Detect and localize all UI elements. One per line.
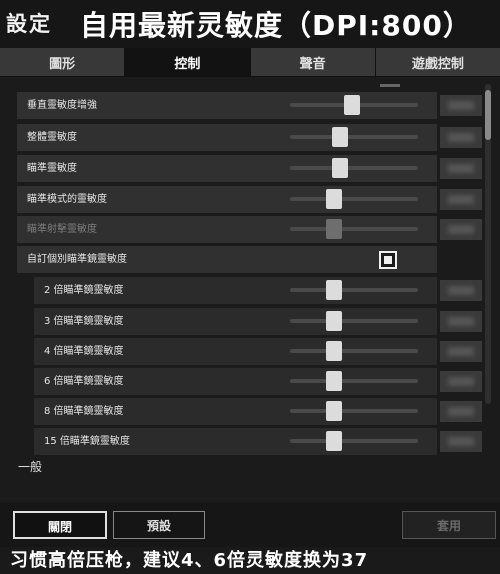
scope-6x-row: 6 倍瞄準鏡靈敏度 bbox=[34, 368, 437, 395]
tab-bar: 圖形 控制 聲音 遊戲控制 bbox=[0, 48, 500, 77]
aim-mode-sensitivity-slider-thumb[interactable] bbox=[325, 189, 342, 209]
overall-sensitivity-value-obscured bbox=[448, 133, 474, 142]
aim-fire-sensitivity-slider-thumb[interactable] bbox=[325, 219, 342, 239]
tab-game-controls[interactable]: 遊戲控制 bbox=[375, 48, 500, 76]
scope-6x-value-obscured bbox=[448, 377, 474, 386]
scope-2x-label: 2 倍瞄準鏡靈敏度 bbox=[44, 285, 124, 296]
section-general: 一般 bbox=[18, 460, 43, 474]
scope-4x-value-box[interactable] bbox=[440, 341, 482, 362]
aim-sensitivity-slider-track[interactable] bbox=[290, 166, 418, 170]
aim-mode-sensitivity-row: 瞄準模式的靈敏度 bbox=[17, 186, 437, 213]
scope-3x-slider-thumb[interactable] bbox=[325, 311, 342, 331]
overall-sensitivity-row: 整體靈敏度 bbox=[17, 124, 437, 151]
tab-controls[interactable]: 控制 bbox=[125, 48, 251, 76]
aim-sensitivity-label: 瞄準靈敏度 bbox=[27, 163, 77, 174]
vertical-boost-value-obscured bbox=[448, 101, 474, 110]
scope-6x-value-box[interactable] bbox=[440, 371, 482, 392]
scope-8x-label: 8 倍瞄準鏡靈敏度 bbox=[44, 406, 124, 417]
scope-15x-value-obscured bbox=[448, 437, 474, 446]
scope-6x-label: 6 倍瞄準鏡靈敏度 bbox=[44, 376, 124, 387]
custom-scope-checkbox[interactable] bbox=[379, 251, 397, 269]
scope-2x-value-box[interactable] bbox=[440, 280, 482, 301]
scope-2x-slider-thumb[interactable] bbox=[325, 280, 342, 300]
scope-4x-row: 4 倍瞄準鏡靈敏度 bbox=[34, 338, 437, 365]
scope-3x-value-box[interactable] bbox=[440, 311, 482, 332]
top-header: 設定 自用最新灵敏度（DPI:800） bbox=[0, 0, 500, 48]
aim-fire-sensitivity-value-box[interactable] bbox=[440, 219, 482, 240]
overall-sensitivity-label: 整體靈敏度 bbox=[27, 132, 77, 143]
scope-4x-label: 4 倍瞄準鏡靈敏度 bbox=[44, 346, 124, 357]
scope-2x-row: 2 倍瞄準鏡靈敏度 bbox=[34, 277, 437, 304]
scope-15x-slider-thumb[interactable] bbox=[325, 431, 342, 451]
apply-button[interactable]: 套用 bbox=[402, 511, 496, 539]
aim-mode-sensitivity-label: 瞄準模式的靈敏度 bbox=[27, 194, 107, 205]
scope-2x-value-obscured bbox=[448, 286, 474, 295]
scope-8x-slider-thumb[interactable] bbox=[325, 401, 342, 421]
scope-4x-slider-thumb[interactable] bbox=[325, 341, 342, 361]
overlay-title: 自用最新灵敏度（DPI:800） bbox=[80, 9, 472, 42]
tab-sound[interactable]: 聲音 bbox=[250, 48, 376, 76]
aim-sensitivity-value-obscured bbox=[448, 164, 474, 173]
scope-8x-row: 8 倍瞄準鏡靈敏度 bbox=[34, 398, 437, 425]
scrollbar-thumb[interactable] bbox=[485, 90, 491, 140]
list-top-indicator bbox=[380, 84, 400, 87]
scope-4x-value-obscured bbox=[448, 347, 474, 356]
settings-title: 設定 bbox=[6, 12, 52, 36]
aim-sensitivity-row: 瞄準靈敏度 bbox=[17, 155, 437, 182]
aim-mode-sensitivity-value-obscured bbox=[448, 195, 474, 204]
vertical-boost-slider-thumb[interactable] bbox=[343, 95, 360, 115]
vertical-boost-value-box[interactable] bbox=[440, 95, 482, 116]
scope-15x-row: 15 倍瞄準鏡靈敏度 bbox=[34, 428, 437, 455]
scope-3x-label: 3 倍瞄準鏡靈敏度 bbox=[44, 316, 124, 327]
custom-scope-label: 自訂個別瞄準鏡靈敏度 bbox=[27, 254, 127, 265]
preset-button[interactable]: 預設 bbox=[113, 511, 205, 539]
scope-3x-slider-track[interactable] bbox=[290, 319, 418, 323]
aim-mode-sensitivity-value-box[interactable] bbox=[440, 189, 482, 210]
checkbox-check-mark bbox=[384, 256, 392, 264]
scope-3x-value-obscured bbox=[448, 317, 474, 326]
aim-mode-sensitivity-slider-track[interactable] bbox=[290, 197, 418, 201]
scope-6x-slider-thumb[interactable] bbox=[325, 371, 342, 391]
scope-15x-slider-track[interactable] bbox=[290, 439, 418, 443]
scope-6x-slider-track[interactable] bbox=[290, 379, 418, 383]
aim-sensitivity-slider-thumb[interactable] bbox=[332, 158, 349, 178]
overall-sensitivity-slider-thumb[interactable] bbox=[332, 127, 349, 147]
aim-fire-sensitivity-slider-track[interactable] bbox=[290, 227, 418, 231]
scope-8x-slider-track[interactable] bbox=[290, 409, 418, 413]
caption-overlay: 习惯高倍压枪，建议4、6倍灵敏度换为37 bbox=[10, 550, 369, 571]
custom-scope-row: 自訂個別瞄準鏡靈敏度 bbox=[17, 246, 437, 273]
tab-graphics[interactable]: 圖形 bbox=[0, 48, 126, 76]
vertical-boost-label: 垂直靈敏度增強 bbox=[27, 100, 97, 111]
scope-15x-label: 15 倍瞄準鏡靈敏度 bbox=[44, 436, 130, 447]
scope-4x-slider-track[interactable] bbox=[290, 349, 418, 353]
scope-2x-slider-track[interactable] bbox=[290, 288, 418, 292]
overall-sensitivity-slider-track[interactable] bbox=[290, 135, 418, 139]
aim-fire-sensitivity-value-obscured bbox=[448, 225, 474, 234]
vertical-boost-row: 垂直靈敏度增強 bbox=[17, 92, 437, 119]
scope-8x-value-obscured bbox=[448, 407, 474, 416]
close-button[interactable]: 關閉 bbox=[13, 511, 107, 539]
aim-fire-sensitivity-label: 瞄準射擊靈敏度 bbox=[27, 224, 97, 235]
aim-sensitivity-value-box[interactable] bbox=[440, 158, 482, 179]
scope-8x-value-box[interactable] bbox=[440, 401, 482, 422]
overall-sensitivity-value-box[interactable] bbox=[440, 127, 482, 148]
aim-fire-sensitivity-row: 瞄準射擊靈敏度 bbox=[17, 216, 437, 243]
scope-15x-value-box[interactable] bbox=[440, 431, 482, 452]
scope-3x-row: 3 倍瞄準鏡靈敏度 bbox=[34, 308, 437, 335]
